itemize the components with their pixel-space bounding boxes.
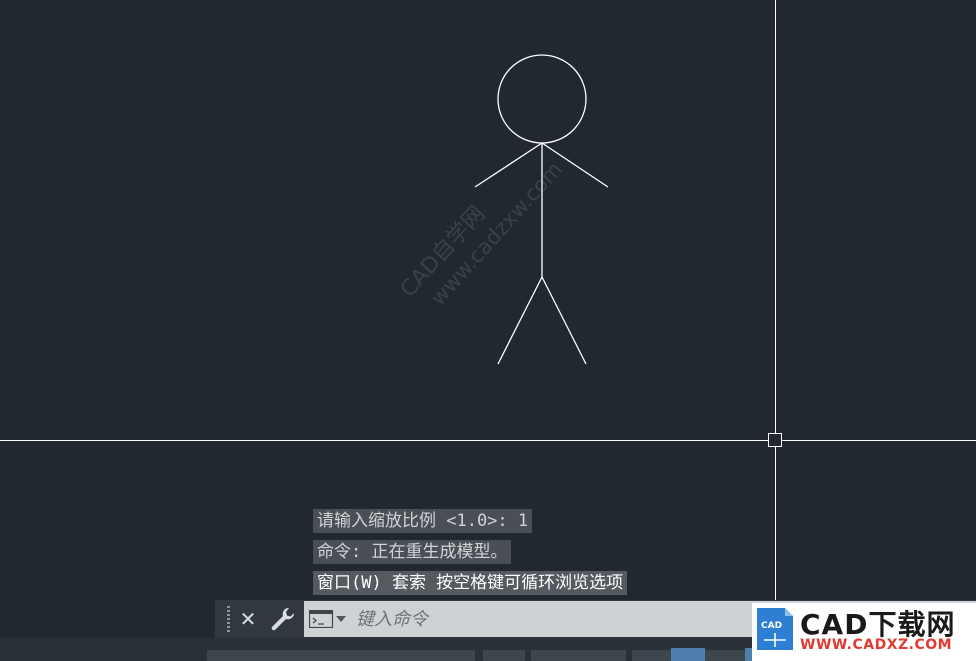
history-line-options[interactable]: 窗口(W) 套索 按空格键可循环浏览选项: [313, 571, 628, 595]
figure-head: [497, 54, 587, 144]
command-input[interactable]: [356, 601, 796, 637]
cad-document-icon: CAD: [757, 608, 793, 650]
figure-right-arm: [541, 142, 609, 188]
drag-handle[interactable]: [227, 606, 230, 632]
snap-toggle[interactable]: [671, 648, 705, 661]
chevron-down-icon[interactable]: [336, 616, 346, 622]
status-bar: [0, 638, 752, 661]
logo-icon-text: CAD: [761, 621, 782, 631]
stick-figure-drawing: [474, 54, 609, 365]
grid-toggle-group[interactable]: [531, 650, 626, 661]
figure-right-leg: [541, 276, 587, 365]
ortho-toggle[interactable]: [745, 648, 752, 661]
history-line: 命令: 正在重生成模型。: [313, 540, 512, 564]
close-icon: ✕: [239, 607, 257, 631]
customize-button[interactable]: [268, 605, 296, 633]
site-logo: CAD CAD下载网 WWW.CADXZ.COM: [752, 603, 976, 661]
model-space-button[interactable]: [483, 650, 525, 661]
close-command-line-button[interactable]: ✕: [237, 604, 259, 634]
layout-tabs[interactable]: [207, 650, 475, 661]
crosshair-pickbox: [768, 433, 782, 447]
command-prompt-icon[interactable]: [309, 610, 335, 628]
logo-url: WWW.CADXZ.COM: [800, 637, 953, 653]
figure-left-arm: [474, 142, 543, 188]
wrench-icon: [271, 607, 295, 631]
figure-left-leg: [497, 276, 543, 365]
history-line: 请输入缩放比例 <1.0>: 1: [313, 509, 533, 533]
